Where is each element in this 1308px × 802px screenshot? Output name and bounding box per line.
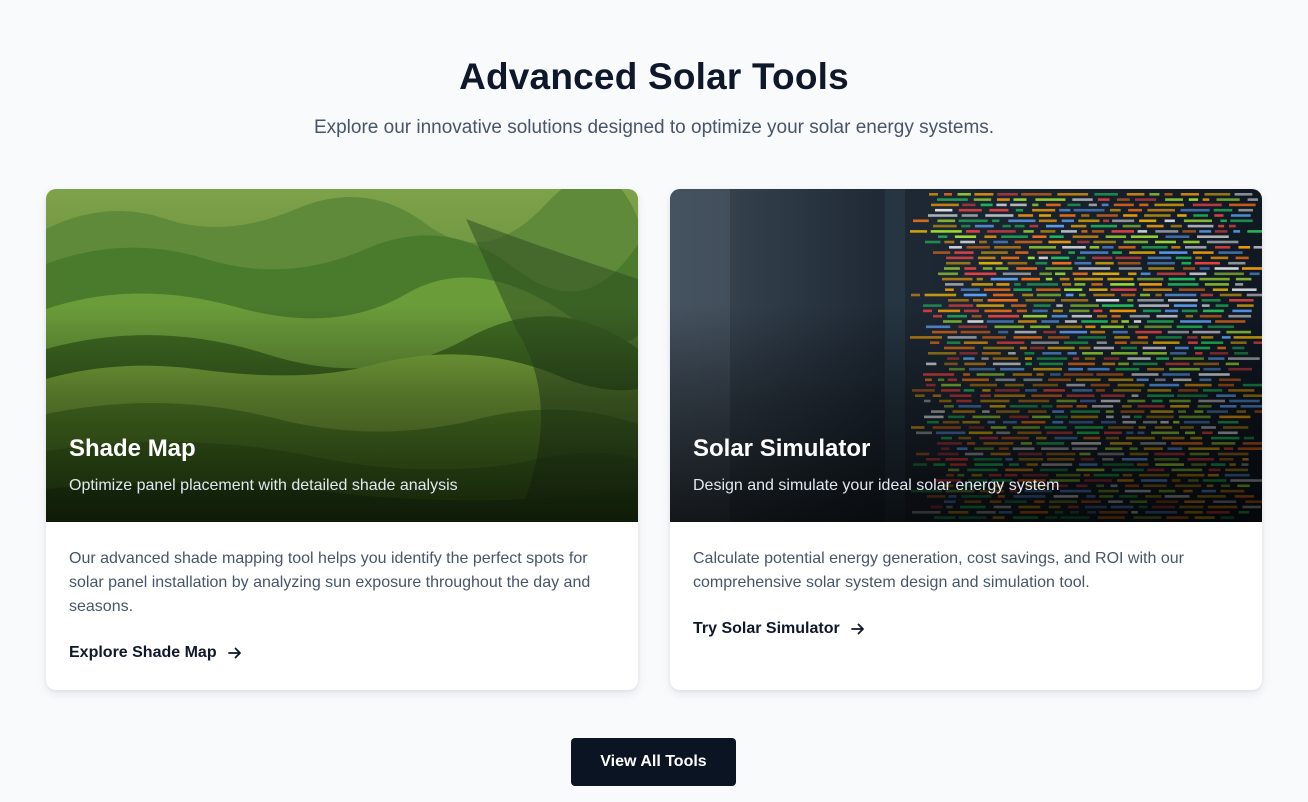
explore-shade-map-link[interactable]: Explore Shade Map <box>69 644 243 662</box>
tool-card-solar-simulator: Solar Simulator Design and simulate your… <box>670 189 1262 690</box>
card-title: Shade Map <box>69 435 196 462</box>
card-subtitle: Optimize panel placement with detailed s… <box>69 477 458 494</box>
card-hero-image: Shade Map Optimize panel placement with … <box>46 189 638 522</box>
link-label: Explore Shade Map <box>69 644 217 661</box>
section-subtitle: Explore our innovative solutions designe… <box>313 117 995 138</box>
view-all-tools-button[interactable]: View All Tools <box>571 738 736 786</box>
section-title: Advanced Solar Tools <box>459 56 849 97</box>
card-subtitle: Design and simulate your ideal solar ene… <box>693 477 1060 494</box>
tool-card-shade-map: Shade Map Optimize panel placement with … <box>46 189 638 690</box>
try-solar-simulator-link[interactable]: Try Solar Simulator <box>693 620 866 638</box>
hero-gradient-overlay <box>46 189 638 522</box>
card-title: Solar Simulator <box>693 435 871 462</box>
card-description: Calculate potential energy generation, c… <box>693 550 1184 591</box>
arrow-right-icon <box>227 647 241 659</box>
arrow-right-icon <box>850 623 864 635</box>
tools-section: Advanced Solar Tools Explore our innovat… <box>0 0 1308 802</box>
card-hero-image: Solar Simulator Design and simulate your… <box>670 189 1262 522</box>
link-label: Try Solar Simulator <box>693 620 840 637</box>
hero-gradient-overlay <box>670 189 1262 522</box>
card-description: Our advanced shade mapping tool helps yo… <box>69 550 591 615</box>
